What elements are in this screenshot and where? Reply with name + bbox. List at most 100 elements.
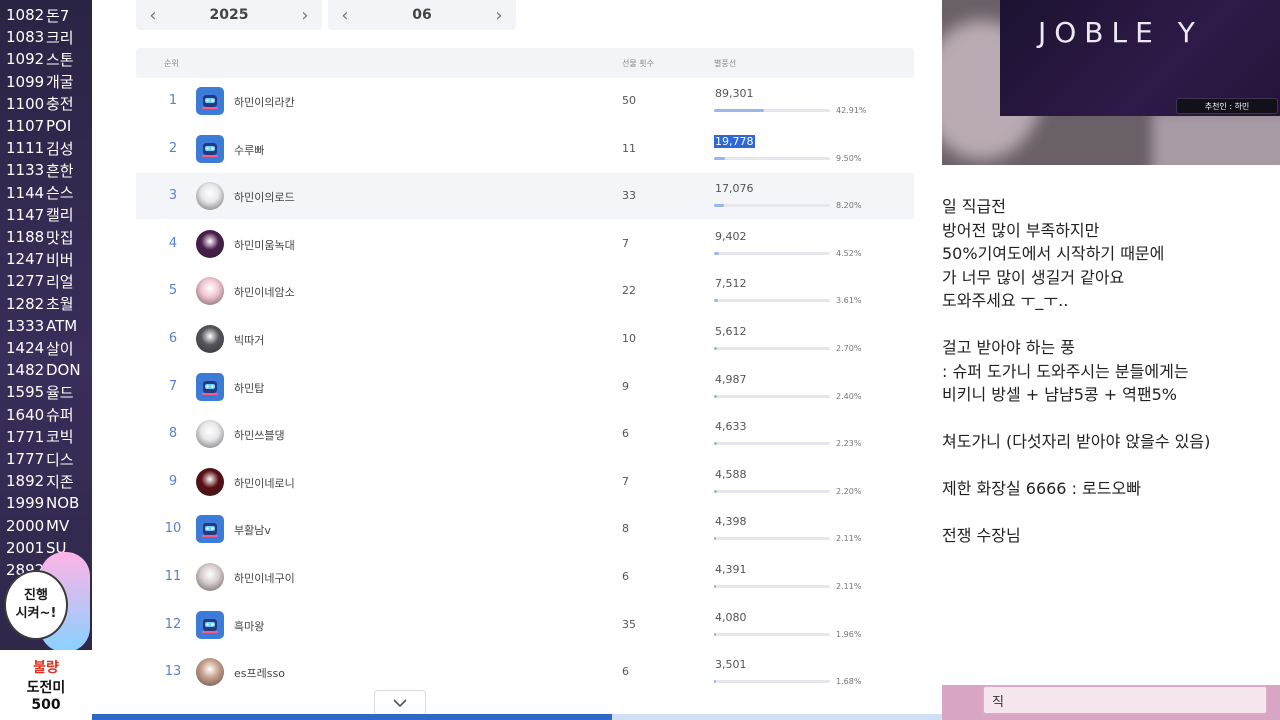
header-amount: 별풍선 xyxy=(714,59,737,68)
robot-icon xyxy=(202,95,218,109)
ranking-row[interactable]: 9 하민이네로니 7 4,588 2.20% xyxy=(136,459,914,505)
next-year-button[interactable]: › xyxy=(298,5,312,26)
donor-strip-row: 1640 슈퍼 xyxy=(0,404,92,426)
rank-number: 6 xyxy=(168,331,178,346)
rank-number: 13 xyxy=(164,664,182,680)
rank-number: 8 xyxy=(168,426,178,442)
share-percent: 4.52% xyxy=(836,248,862,258)
ranking-row[interactable]: 8 하민쓰블댕 6 4,633 2.23% xyxy=(136,411,914,457)
month-selector: ‹ 06 › xyxy=(328,0,516,30)
user-avatar[interactable] xyxy=(196,563,224,591)
share-bar xyxy=(714,680,830,684)
balloon-amount: 4,588 xyxy=(715,467,747,481)
ranking-row[interactable]: 7 하민탑 9 4,987 2.40% xyxy=(136,364,914,410)
donor-strip-row: 1771 코빅 xyxy=(0,426,92,448)
ranking-row[interactable]: 10 부활남v 8 4,398 2.11% xyxy=(136,506,914,552)
prev-month-button[interactable]: ‹ xyxy=(338,5,352,26)
gift-count: 33 xyxy=(622,189,636,203)
user-avatar[interactable] xyxy=(196,467,224,496)
robot-avatar-icon[interactable] xyxy=(196,87,224,115)
notice-line: 걸고 받아야 하는 풍 xyxy=(942,338,1076,357)
donor-strip-number: 1083 xyxy=(6,28,45,47)
ranking-row[interactable]: 13 es프레sso 6 3,501 1.68% xyxy=(136,649,914,695)
donor-strip-number: 1999 xyxy=(6,494,45,513)
balloon-amount: 89,301 xyxy=(715,87,754,100)
bubble-line-1: 진행 xyxy=(24,588,48,603)
ranking-row[interactable]: 5 하민이네암소 22 7,512 3.61% xyxy=(136,268,914,314)
share-bar-fill xyxy=(714,680,716,684)
gift-count: 50 xyxy=(622,94,636,107)
scroll-down-button[interactable] xyxy=(374,690,426,716)
donor-strip-name: 스톤 xyxy=(46,50,74,69)
robot-avatar-icon[interactable] xyxy=(196,134,224,163)
donor-name[interactable]: es프레sso xyxy=(234,665,285,681)
donor-name[interactable]: 흑마왕 xyxy=(234,618,264,634)
balloon-amount: 5,612 xyxy=(715,325,747,338)
user-avatar[interactable] xyxy=(196,182,224,211)
user-avatar[interactable] xyxy=(196,229,224,258)
video-progress-bar[interactable] xyxy=(92,714,942,720)
donor-strip-row: 1999 NOB xyxy=(0,492,92,514)
donor-strip-row: 2000 MV xyxy=(0,515,92,537)
ranking-row[interactable]: 2 수루빠 11 19,778 9.50% xyxy=(136,126,914,172)
ranking-row[interactable]: 1 하민이의라칸 50 89,301 42.91% xyxy=(136,78,914,124)
donor-name[interactable]: 하민이의라칸 xyxy=(234,94,295,110)
donor-strip-row: 1277 리얼 xyxy=(0,270,92,292)
donor-strip-name: 크리 xyxy=(46,28,74,47)
user-avatar[interactable] xyxy=(196,658,224,687)
donor-strip-number: 1092 xyxy=(6,50,45,69)
donor-strip-name: 충전 xyxy=(46,95,74,114)
share-bar-fill xyxy=(714,156,726,160)
rank-number: 3 xyxy=(168,188,178,204)
robot-icon xyxy=(202,142,218,157)
donor-name[interactable]: 하민이네구이 xyxy=(234,570,295,586)
donor-strip-name: 흔한 xyxy=(46,161,74,180)
ranking-row[interactable]: 4 하민미움녹대 7 9,402 4.52% xyxy=(136,221,914,267)
robot-icon xyxy=(202,523,218,538)
robot-avatar-icon[interactable] xyxy=(196,372,224,401)
brand-logo-text: JOBLE Y xyxy=(1038,16,1203,49)
user-avatar[interactable] xyxy=(196,277,224,306)
donor-name[interactable]: 하민이네암소 xyxy=(234,284,295,300)
bubble-line-2: 시켜~! xyxy=(15,606,57,621)
recommender-label: 추천인 : 하민 xyxy=(1176,98,1278,114)
gift-count: 7 xyxy=(622,236,629,250)
robot-avatar-icon[interactable] xyxy=(196,515,224,544)
ranking-row[interactable]: 11 하민이네구이 6 4,391 2.11% xyxy=(136,554,914,600)
notice-line: : 슈퍼 도가니 도와주시는 분들에게는 xyxy=(942,361,1189,381)
share-bar xyxy=(714,251,830,255)
donor-strip-number: 1424 xyxy=(6,339,45,357)
donor-name[interactable]: 빅따거 xyxy=(234,332,264,348)
next-month-button[interactable]: › xyxy=(492,5,506,26)
ranking-panel: ‹ 2025 › ‹ 06 › 순위 선물 횟수 별풍선 1 하민이의라칸 50 89… xyxy=(92,0,942,720)
donor-name[interactable]: 하민탑 xyxy=(234,380,264,396)
share-bar-fill xyxy=(714,347,718,350)
user-avatar[interactable] xyxy=(196,325,224,353)
share-bar-fill xyxy=(714,109,764,112)
prev-year-button[interactable]: ‹ xyxy=(146,5,160,26)
year-value: 2025 xyxy=(209,7,249,23)
donor-name[interactable]: 부활남v xyxy=(234,522,271,538)
donor-strip-row: 1092 스톤 xyxy=(0,48,92,70)
donor-name[interactable]: 하민이의로드 xyxy=(234,189,295,205)
donor-name[interactable]: 하민미움녹대 xyxy=(234,237,295,253)
user-avatar[interactable] xyxy=(196,420,224,449)
robot-avatar-icon[interactable] xyxy=(196,610,224,639)
ranking-row[interactable]: 6 빅따거 10 5,612 2.70% xyxy=(136,316,914,362)
share-percent: 1.96% xyxy=(836,629,862,639)
gift-count: 7 xyxy=(622,474,629,488)
donor-name[interactable]: 수루빠 xyxy=(234,142,264,158)
balloon-amount: 19,778 xyxy=(714,134,755,148)
ranking-row[interactable]: 3 하민이의로드 33 17,076 8.20% xyxy=(136,173,914,220)
notice-line: 쳐도가니 (다섯자리 받아야 앉을수 있음) xyxy=(942,432,1211,451)
donor-name[interactable]: 하민이네로니 xyxy=(234,475,295,491)
share-bar-fill xyxy=(714,204,724,208)
chat-card-text: 직 xyxy=(992,695,1004,710)
share-bar xyxy=(714,109,830,112)
ranking-row[interactable]: 12 흑마왕 35 4,080 1.96% xyxy=(136,602,914,648)
header-rank: 순위 xyxy=(164,59,179,68)
donor-strip-row: 1777 디스 xyxy=(0,448,92,470)
donor-strip-number: 1777 xyxy=(6,450,45,468)
donor-strip-name: ATM xyxy=(46,316,78,335)
donor-name[interactable]: 하민쓰블댕 xyxy=(234,427,285,443)
